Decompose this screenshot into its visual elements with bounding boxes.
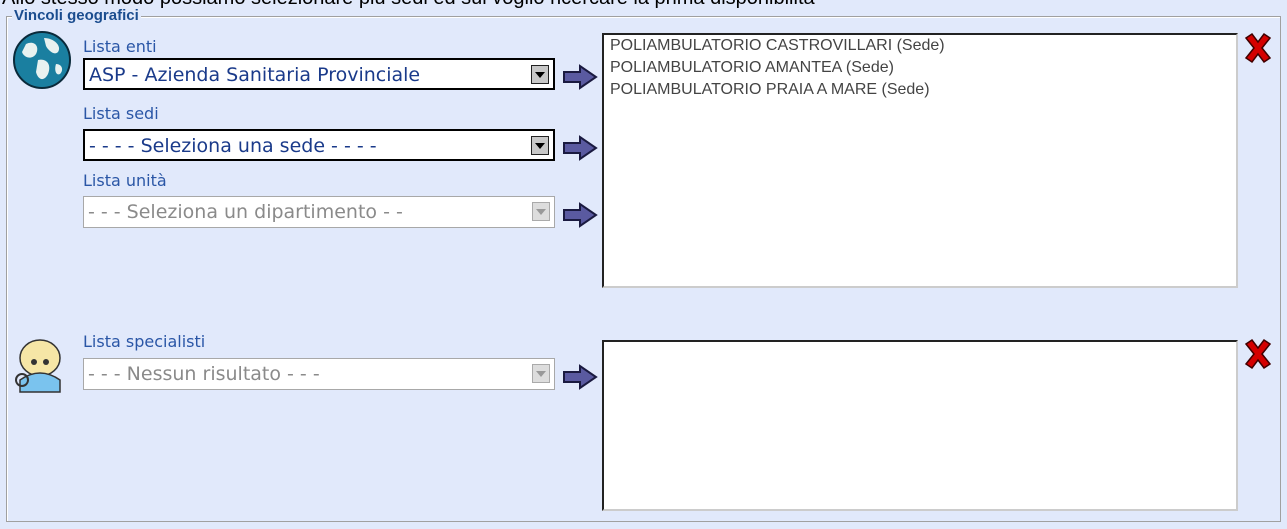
unita-select[interactable]: - - - Seleziona un dipartimento - -: [83, 196, 555, 228]
selected-specialisti-listbox[interactable]: [602, 340, 1238, 511]
list-item[interactable]: POLIAMBULATORIO PRAIA A MARE (Sede): [604, 79, 1236, 101]
chevron-down-icon[interactable]: [531, 65, 549, 84]
fieldset-legend: Vincoli geografici: [12, 7, 141, 24]
sedi-label: Lista sedi: [83, 104, 159, 123]
unita-label: Lista unità: [83, 171, 167, 190]
chevron-down-icon[interactable]: [531, 136, 549, 155]
chevron-down-icon[interactable]: [532, 202, 550, 221]
sedi-select[interactable]: - - - - Seleziona una sede - - - -: [83, 129, 555, 161]
list-item[interactable]: POLIAMBULATORIO CASTROVILLARI (Sede): [604, 35, 1236, 57]
remove-x-icon[interactable]: [1242, 338, 1274, 370]
list-item[interactable]: POLIAMBULATORIO AMANTEA (Sede): [604, 57, 1236, 79]
arrow-right-icon[interactable]: [562, 135, 598, 161]
selected-sedi-listbox[interactable]: POLIAMBULATORIO CASTROVILLARI (Sede) POLI…: [602, 33, 1238, 288]
specialisti-select-value: - - - Nessun risultato - - -: [88, 363, 320, 385]
globe-icon: [13, 31, 71, 89]
arrow-right-icon[interactable]: [562, 364, 598, 390]
sedi-select-value: - - - - Seleziona una sede - - - -: [89, 135, 377, 157]
specialisti-select[interactable]: - - - Nessun risultato - - -: [83, 358, 555, 390]
enti-select-value: ASP - Azienda Sanitaria Provinciale: [89, 64, 421, 86]
arrow-right-icon[interactable]: [562, 64, 598, 90]
arrow-right-icon[interactable]: [562, 202, 598, 228]
enti-select[interactable]: ASP - Azienda Sanitaria Provinciale: [83, 58, 555, 90]
remove-x-icon[interactable]: [1242, 32, 1274, 64]
doctor-icon: [15, 339, 61, 393]
chevron-down-icon[interactable]: [532, 364, 550, 383]
enti-label: Lista enti: [83, 37, 157, 56]
unita-select-value: - - - Seleziona un dipartimento - -: [88, 201, 403, 223]
specialisti-label: Lista specialisti: [83, 332, 206, 351]
